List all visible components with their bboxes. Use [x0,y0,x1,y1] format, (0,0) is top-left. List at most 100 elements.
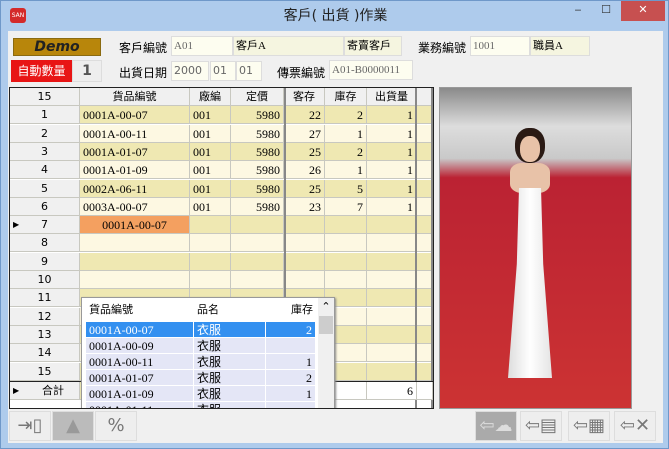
grid-cell[interactable]: 0001A-01-07 [80,143,190,161]
grid-cell[interactable] [231,216,284,234]
grid-cell[interactable]: 1 [367,143,417,161]
grid-cell[interactable]: 5 [325,180,367,198]
row-header[interactable]: 13 [10,326,80,344]
grid-cell[interactable] [190,271,231,289]
popup-scrollbar[interactable]: ⌃⌄ [318,298,334,409]
grid-cell[interactable] [190,253,231,271]
grid-cell[interactable]: 26 [284,161,325,179]
month-field[interactable]: 01 [210,61,236,81]
row-header[interactable]: 14 [10,344,80,362]
popup-cell[interactable]: 衣服 [194,338,266,354]
row-header[interactable]: 1 [10,106,80,124]
grid-cell[interactable] [325,271,367,289]
grid-cell[interactable]: 001 [190,161,231,179]
row-header[interactable]: 3 [10,143,80,161]
grid-cell[interactable] [190,234,231,252]
sales-id-field[interactable]: 1001 [470,36,530,56]
grid-cell[interactable] [367,308,417,326]
detail-grid[interactable]: 15 貨品編號 廠編 定價 客存 庫存 出貨量 1 0001A-00-07 001 5980 22 2 1… [9,87,434,409]
row-header[interactable]: 15 [10,363,80,381]
auto-qty-value[interactable]: 1 [72,60,102,82]
grid-cell[interactable] [367,216,417,234]
row-header[interactable]: 2 [10,125,80,143]
grid-cell[interactable]: 1 [325,161,367,179]
popup-cell[interactable]: 0001A-00-07 [86,322,194,338]
back-cloud-icon[interactable]: ⇦☁ [475,411,517,441]
grid-cell[interactable]: 5980 [231,106,284,124]
row-header[interactable]: 10 [10,271,80,289]
grid-cell[interactable] [367,271,417,289]
voucher-field[interactable]: A01-B0000011 [329,60,413,80]
grid-cell[interactable]: 27 [284,125,325,143]
grid-cell[interactable]: 25 [284,180,325,198]
popup-cell[interactable]: 2 [266,322,316,338]
column-header[interactable]: 庫存 [325,88,367,106]
grid-cell[interactable]: 001 [190,198,231,216]
scroll-up-icon[interactable]: ⌃ [318,300,334,314]
grid-cell[interactable]: 001 [190,125,231,143]
popup-cell[interactable]: 0001A-00-11 [86,354,194,370]
grid-cell[interactable]: 1 [367,125,417,143]
grid-cell[interactable]: 2 [325,143,367,161]
day-field[interactable]: 01 [236,61,262,81]
year-field[interactable]: 2000 [171,61,209,81]
popup-cell[interactable]: 0001A-00-09 [86,338,194,354]
row-header[interactable]: 12 [10,308,80,326]
grid-cell[interactable]: 5980 [231,143,284,161]
image-icon[interactable]: ▲ [52,411,94,441]
grid-cell[interactable] [80,234,190,252]
grid-cell[interactable]: 1 [367,180,417,198]
scroll-thumb[interactable] [319,316,333,334]
close-button[interactable]: ✕ [621,1,665,21]
scroll-down-icon[interactable]: ⌄ [318,408,334,409]
popup-cell[interactable]: 衣服 [194,322,266,338]
exit-door-icon[interactable]: ⇥▯ [9,411,51,441]
column-header[interactable]: 客存 [284,88,325,106]
grid-cell[interactable]: 001 [190,143,231,161]
grid-cell[interactable] [367,253,417,271]
grid-cell[interactable]: 2 [325,106,367,124]
grid-cell[interactable]: 23 [284,198,325,216]
grid-cell[interactable] [190,216,231,234]
popup-cell[interactable]: 0001A-01-11 [86,402,194,408]
popup-column-header[interactable]: 貨品編號 [86,302,194,318]
row-header[interactable]: 6 [10,198,80,216]
grid-cell[interactable] [367,344,417,362]
row-header[interactable]: 8 [10,234,80,252]
grid-cell[interactable] [325,216,367,234]
row-header[interactable]: ▶ 7 [10,216,80,234]
popup-cell[interactable]: 0001A-01-09 [86,386,194,402]
grid-cell[interactable]: 0003A-00-07 [80,198,190,216]
back-calculator-icon[interactable]: ⇦▤ [520,411,562,441]
popup-cell[interactable]: 衣服 [194,386,266,402]
back-cancel-icon[interactable]: ⇦✕ [614,411,656,441]
column-header[interactable]: 廠編 [190,88,231,106]
grid-cell[interactable] [325,234,367,252]
grid-cell[interactable]: 1 [367,106,417,124]
vertical-scrollbar[interactable] [633,87,663,409]
popup-cell[interactable] [266,338,316,354]
product-lookup-popup[interactable]: 貨品編號 品名 庫存 0001A-00-07 衣服 2 0001A-00-09 衣服 0001A… [81,297,335,409]
grid-cell[interactable]: 22 [284,106,325,124]
grid-cell[interactable]: 0001A-00-07 [80,106,190,124]
auto-qty-button[interactable]: 自動數量 [11,60,72,82]
grid-cell[interactable]: 5980 [231,180,284,198]
grid-cell[interactable]: 5980 [231,161,284,179]
grid-cell[interactable] [325,253,367,271]
column-header[interactable]: 定價 [231,88,284,106]
grid-cell[interactable] [80,253,190,271]
popup-cell[interactable]: 衣服 [194,402,266,408]
grid-cell[interactable]: 1 [367,198,417,216]
grid-cell[interactable]: 25 [284,143,325,161]
grid-cell[interactable]: 1 [367,161,417,179]
popup-column-header[interactable]: 庫存 [266,302,316,318]
customer-id-field[interactable]: A01 [171,36,233,56]
row-header[interactable]: 9 [10,253,80,271]
grid-cell[interactable] [284,216,325,234]
column-header[interactable]: 貨品編號 [80,88,190,106]
popup-cell[interactable]: 1 [266,386,316,402]
percent-button[interactable]: % [95,411,137,441]
grid-cell[interactable]: 001 [190,106,231,124]
grid-cell[interactable]: 001 [190,180,231,198]
grid-cell[interactable] [231,271,284,289]
